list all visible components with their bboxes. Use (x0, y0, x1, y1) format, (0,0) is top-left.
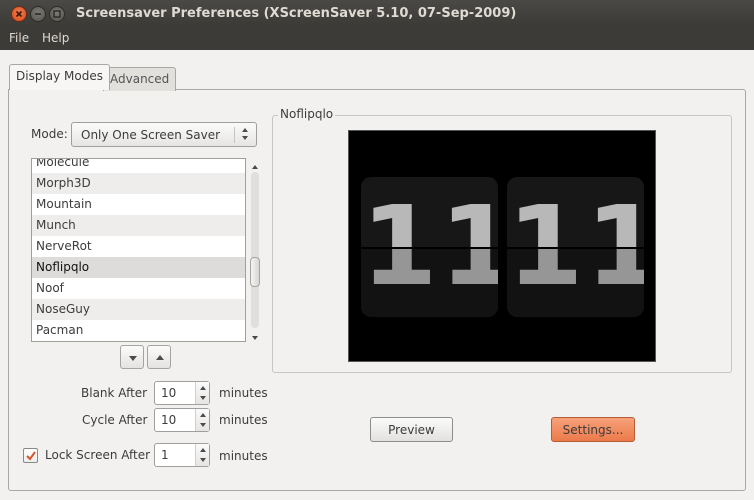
lock-screen-spinner[interactable]: 1 (154, 443, 210, 467)
scroll-track[interactable] (251, 172, 259, 328)
lock-screen-value: 1 (161, 448, 169, 462)
dialog-content: Display Modes Advanced Mode: Only One Sc… (0, 50, 754, 500)
scroll-thumb[interactable] (250, 257, 260, 287)
spinner-buttons[interactable] (195, 444, 209, 466)
list-item[interactable]: Morph3D (32, 173, 245, 194)
blank-after-unit: minutes (219, 386, 268, 400)
minimize-window-icon[interactable] (30, 6, 46, 22)
scroll-down-icon[interactable] (250, 331, 260, 345)
spin-up-icon (200, 448, 206, 452)
spin-down-icon (200, 423, 206, 427)
clock-hours-flap: 11 (361, 177, 498, 317)
lock-screen-label[interactable]: Lock Screen After (45, 448, 150, 462)
list-item[interactable]: NerveRot (32, 236, 245, 257)
blank-after-spinner[interactable]: 10 (154, 381, 210, 405)
list-scrollbar[interactable] (248, 158, 262, 342)
list-item[interactable]: Noof (32, 278, 245, 299)
window-title: Screensaver Preferences (XScreenSaver 5.… (76, 6, 517, 21)
combo-separator (234, 127, 235, 143)
spin-up-icon (200, 413, 206, 417)
list-item[interactable]: Molecule (32, 159, 245, 173)
spinner-buttons[interactable] (195, 409, 209, 431)
lock-screen-checkbox[interactable] (23, 448, 38, 463)
tab-display-modes[interactable]: Display Modes (9, 64, 110, 90)
checkmark-icon (26, 451, 36, 461)
mode-value: Only One Screen Saver (81, 128, 221, 142)
mode-label: Mode: (31, 127, 68, 141)
mode-select[interactable]: Only One Screen Saver (71, 122, 257, 147)
menu-file[interactable]: File (9, 31, 29, 45)
title-bar: Screensaver Preferences (XScreenSaver 5.… (0, 0, 754, 27)
list-item[interactable]: Mountain (32, 194, 245, 215)
cycle-after-value: 10 (161, 413, 177, 427)
spin-down-icon (200, 396, 206, 400)
flap-shade (361, 249, 498, 317)
screensaver-list[interactable]: Molecule Morph3D Mountain Munch NerveRot… (31, 158, 246, 342)
close-window-icon[interactable] (11, 6, 27, 22)
preview-frame-title: Noflipqlo (278, 107, 336, 121)
blank-after-label: Blank After (81, 386, 148, 400)
arrow-up-icon (156, 355, 164, 360)
list-item-selected[interactable]: Noflipqlo (32, 257, 245, 278)
next-saver-button[interactable] (120, 345, 144, 369)
cycle-after-spinner[interactable]: 10 (154, 408, 210, 432)
list-item[interactable]: Pacman (32, 320, 245, 341)
settings-button[interactable]: Settings... (551, 417, 635, 442)
menu-bar: File Help (0, 27, 754, 50)
spin-down-icon (200, 458, 206, 462)
arrow-down-icon (129, 356, 137, 361)
spin-up-icon (200, 386, 206, 390)
blank-after-value: 10 (161, 386, 177, 400)
menu-help[interactable]: Help (42, 31, 69, 45)
clock-minutes-flap: 11 (507, 177, 644, 317)
maximize-window-icon[interactable] (49, 6, 65, 22)
tab-advanced[interactable]: Advanced (103, 67, 177, 91)
cycle-after-unit: minutes (219, 413, 268, 427)
updown-arrows-icon (240, 125, 250, 146)
prev-saver-button[interactable] (147, 345, 171, 369)
screensaver-preview: 11 11 (348, 130, 656, 362)
flap-shade (507, 249, 644, 317)
preview-button[interactable]: Preview (370, 417, 453, 442)
spinner-buttons[interactable] (195, 382, 209, 404)
list-item[interactable]: Munch (32, 215, 245, 236)
list-item[interactable]: NoseGuy (32, 299, 245, 320)
cycle-after-label: Cycle After (82, 413, 148, 427)
lock-screen-unit: minutes (219, 449, 268, 463)
